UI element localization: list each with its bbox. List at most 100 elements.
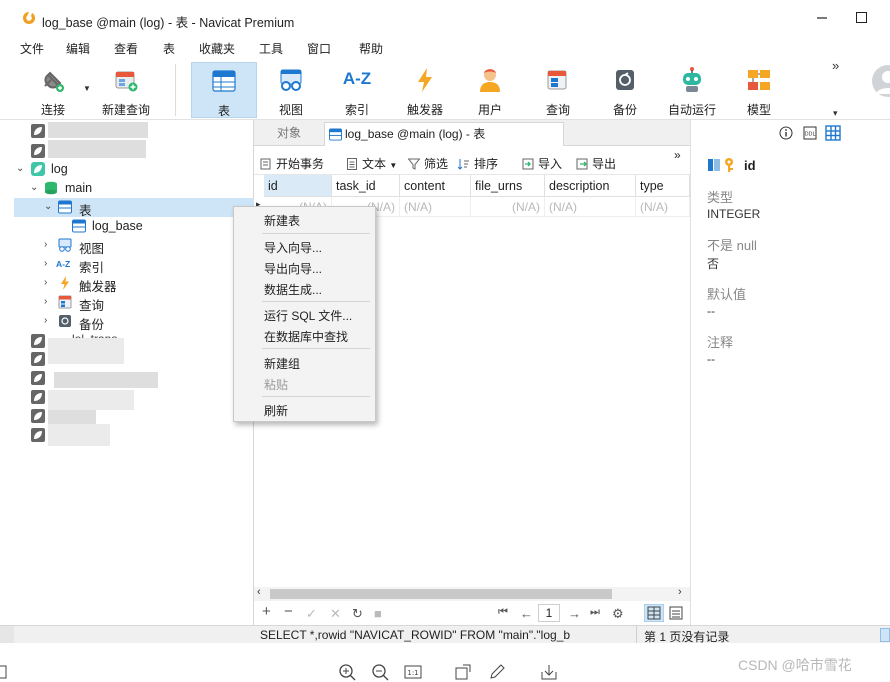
tree-item-tables[interactable]: ⌄ 表 <box>14 198 254 218</box>
menu-find-in-database[interactable]: 在数据库中查找 <box>264 328 348 345</box>
menu-import-wizard[interactable]: 导入向导... <box>264 239 322 256</box>
grid-cell[interactable]: (N/A) <box>636 197 690 217</box>
rotate-icon[interactable] <box>454 663 472 681</box>
grid-cell[interactable]: (N/A) <box>471 197 545 217</box>
expand-arrow-icon[interactable]: ⌄ <box>16 163 26 175</box>
view-button[interactable]: 视图 <box>262 62 320 118</box>
import-button[interactable]: 导入 <box>522 155 562 172</box>
column-header-file-urns[interactable]: file_urns <box>471 175 545 197</box>
backup-button[interactable]: 备份 <box>598 62 652 118</box>
tree-item-indexes[interactable]: › A-Z 索引 <box>14 255 254 275</box>
toolbar-overflow-icon[interactable]: » <box>832 58 839 73</box>
avatar[interactable] <box>866 64 890 98</box>
obscured-connection <box>48 140 146 158</box>
delete-record-icon[interactable]: − <box>284 603 293 620</box>
form-view-icon[interactable] <box>668 605 684 621</box>
expand-arrow-icon[interactable]: ⌄ <box>30 182 40 194</box>
tree-item-log-base[interactable]: log_base <box>14 217 254 236</box>
menu-new-group[interactable]: 新建组 <box>264 355 300 372</box>
column-header-type[interactable]: type <box>636 175 690 197</box>
settings-gear-icon[interactable]: ⚙ <box>612 606 624 622</box>
query-button[interactable]: 查询 <box>530 62 586 118</box>
collapse-arrow-icon[interactable]: › <box>44 315 54 327</box>
actual-size-icon[interactable]: 1:1 <box>404 663 422 681</box>
ddl-icon[interactable]: DDL <box>803 126 817 140</box>
menu-data-generation[interactable]: 数据生成... <box>264 281 322 298</box>
column-header-description[interactable]: description <box>545 175 636 197</box>
export-button[interactable]: 导出 <box>576 155 616 172</box>
trigger-button[interactable]: 触发器 <box>395 62 455 118</box>
collapse-arrow-icon[interactable]: › <box>44 277 54 289</box>
expand-arrow-icon[interactable]: ⌄ <box>44 201 54 213</box>
edit-pencil-icon[interactable] <box>488 663 506 681</box>
menu-run-sql-file[interactable]: 运行 SQL 文件... <box>264 307 352 324</box>
download-icon[interactable] <box>540 663 558 681</box>
menu-view[interactable]: 查看 <box>114 40 138 57</box>
status-grid-toggle[interactable] <box>880 628 890 642</box>
collapse-arrow-icon[interactable]: › <box>44 258 54 270</box>
tab-objects[interactable]: 对象 <box>254 122 324 146</box>
grid-cell[interactable]: (N/A) <box>545 197 636 217</box>
subtoolbar-overflow-icon[interactable]: » <box>674 148 681 162</box>
stop-icon[interactable]: ■ <box>374 606 382 621</box>
menu-favorites[interactable]: 收藏夹 <box>199 40 235 57</box>
refresh-icon[interactable]: ↻ <box>352 606 363 622</box>
column-header-id[interactable]: id <box>264 175 332 197</box>
menu-refresh[interactable]: 刷新 <box>264 402 288 419</box>
collapse-arrow-icon[interactable]: › <box>44 296 54 308</box>
discard-icon[interactable]: ✕ <box>330 606 341 622</box>
automation-button[interactable]: 自动运行 <box>664 62 720 118</box>
text-view-button[interactable]: 文本 ▼ <box>346 155 397 172</box>
column-header-task-id[interactable]: task_id <box>332 175 400 197</box>
tree-item-backups[interactable]: › 备份 <box>14 312 254 332</box>
last-page-icon[interactable]: ⏭ <box>590 606 600 619</box>
tree-item-views[interactable]: › 视图 <box>14 236 254 256</box>
table-button[interactable]: 表 <box>191 62 257 118</box>
user-button[interactable]: 用户 <box>462 62 518 118</box>
menu-file[interactable]: 文件 <box>20 40 44 57</box>
index-button[interactable]: A-Z 索引 <box>327 62 387 118</box>
apply-icon[interactable]: ✓ <box>306 606 317 622</box>
tree-item-main[interactable]: ⌄ main <box>14 179 254 198</box>
new-query-button[interactable]: 新建查询 <box>98 62 154 118</box>
first-page-icon[interactable]: ⏮ <box>498 606 508 619</box>
panel-icon[interactable] <box>0 663 9 681</box>
tree-item-queries[interactable]: › 查询 <box>14 293 254 313</box>
next-page-icon[interactable]: → <box>568 606 581 621</box>
horizontal-scrollbar[interactable]: ‹ › <box>254 586 690 601</box>
column-header-content[interactable]: content <box>400 175 471 197</box>
menu-export-wizard[interactable]: 导出向导... <box>264 260 322 277</box>
tab-log-base[interactable]: log_base @main (log) - 表 <box>324 122 564 146</box>
maximize-icon[interactable] <box>856 12 867 23</box>
menu-edit[interactable]: 编辑 <box>66 40 90 57</box>
zoom-out-icon[interactable] <box>371 663 389 681</box>
menu-help[interactable]: 帮助 <box>359 40 383 57</box>
scrollbar-thumb[interactable] <box>270 589 612 599</box>
scroll-left-icon[interactable]: ‹ <box>257 586 261 598</box>
menu-window[interactable]: 窗口 <box>307 40 331 57</box>
page-number-input[interactable]: 1 <box>538 604 560 622</box>
tree-item-log[interactable]: ⌄ log <box>14 160 254 179</box>
add-record-icon[interactable]: + <box>262 603 271 620</box>
menu-tools[interactable]: 工具 <box>259 40 283 57</box>
connect-button[interactable]: 连接 <box>24 62 82 118</box>
info-icon[interactable] <box>779 126 793 140</box>
begin-transaction-button[interactable]: 开始事务 <box>260 155 324 172</box>
zoom-in-icon[interactable] <box>338 663 356 681</box>
prev-page-icon[interactable]: ← <box>520 606 533 621</box>
model-button[interactable]: 模型 <box>732 62 786 118</box>
menu-new-table[interactable]: 新建表 <box>264 212 300 229</box>
connect-dropdown-icon[interactable]: ▼ <box>83 84 91 93</box>
filter-button[interactable]: 筛选 <box>408 155 448 172</box>
minimize-icon[interactable] <box>812 8 832 28</box>
tree-item-triggers[interactable]: › 触发器 <box>14 274 254 294</box>
collapse-arrow-icon[interactable]: › <box>44 239 54 251</box>
grid-view-icon[interactable] <box>644 604 664 622</box>
sort-button[interactable]: 排序 <box>458 155 498 172</box>
grid-cell[interactable]: (N/A) <box>400 197 471 217</box>
obscured-connection <box>54 372 158 388</box>
menu-table[interactable]: 表 <box>163 40 175 57</box>
scroll-right-icon[interactable]: › <box>678 586 682 598</box>
toolbar-overflow-down-icon[interactable]: ▾ <box>833 108 838 119</box>
grid-panel-icon[interactable] <box>825 125 841 141</box>
